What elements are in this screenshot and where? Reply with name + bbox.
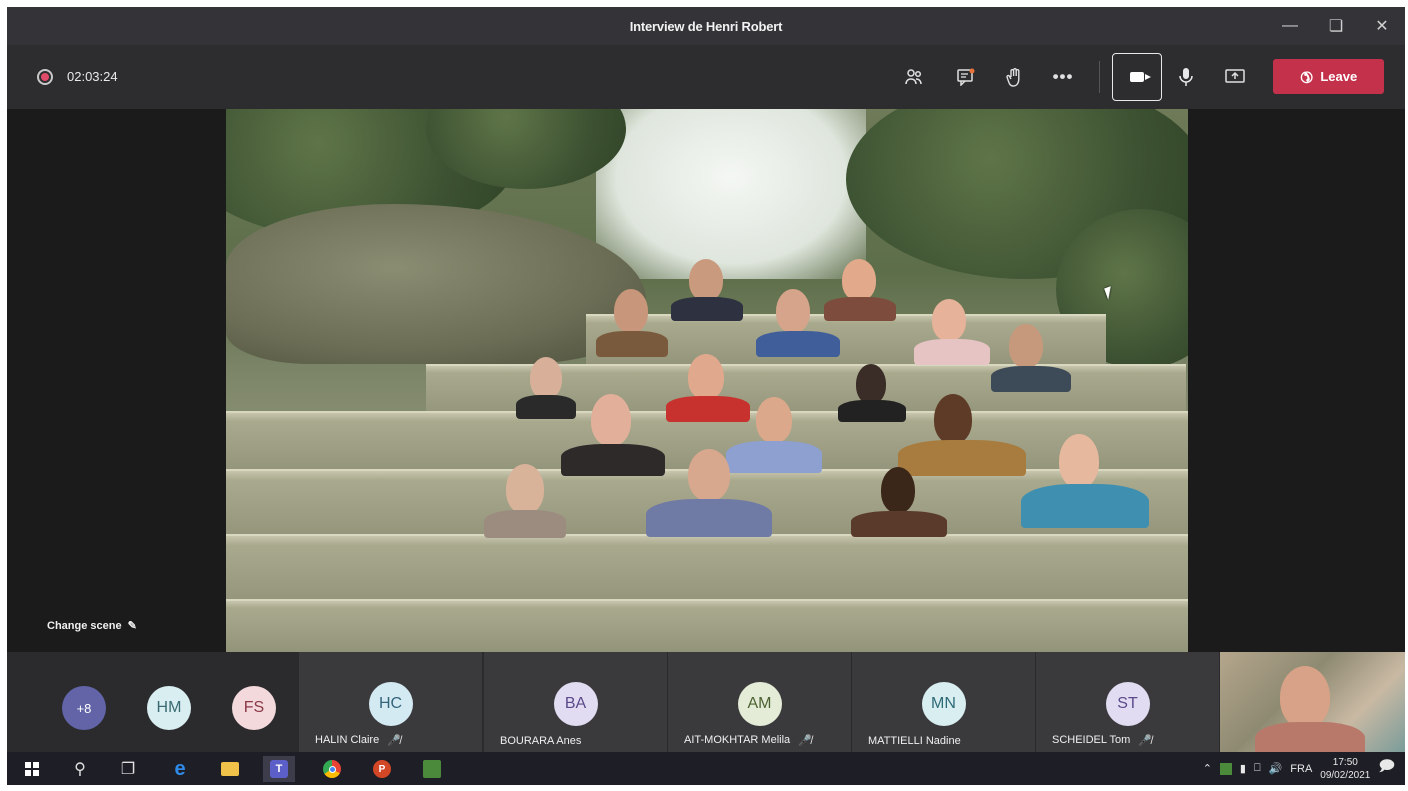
camera-toggle-button[interactable]: [1112, 53, 1162, 101]
together-mode-scene: [226, 109, 1188, 652]
camera-icon: [1130, 72, 1151, 82]
search-icon[interactable]: ⚲: [67, 756, 93, 782]
share-screen-icon[interactable]: [1221, 63, 1249, 91]
participant-name-label: SCHEIDEL Tom: [1052, 734, 1131, 746]
powerpoint-icon[interactable]: P: [369, 756, 395, 782]
participant-name-label: BOURARA Anes: [500, 735, 582, 747]
title-bar: Interview de Henri Robert — ❏ ✕: [7, 7, 1405, 45]
toolbar-divider: [1099, 61, 1100, 93]
chat-icon[interactable]: [952, 63, 980, 91]
participant-strip: +8 HM FS HC HALIN Claire 🎤̸ BA BOURARA An…: [7, 652, 1405, 752]
meeting-timer: 02:03:24: [67, 69, 118, 84]
maximize-icon[interactable]: ❏: [1313, 7, 1359, 45]
participant-tile[interactable]: HC HALIN Claire 🎤̸: [299, 652, 482, 752]
participant-name: BOURARA Anes: [500, 735, 581, 747]
participant-name: HALIN Claire 🎤̸: [315, 734, 401, 747]
system-tray: ⌃ ▮ ⎕ 🔊 FRA 17:50 09/02/2021 🗩: [1203, 752, 1395, 785]
participant-avatar: AM: [737, 682, 782, 726]
participant-name: MATTIELLI Nadine: [868, 735, 961, 747]
scene-rock: [226, 204, 646, 364]
teams-meeting-window: Interview de Henri Robert — ❏ ✕ 02:03:24…: [7, 7, 1405, 785]
input-language[interactable]: FRA: [1290, 763, 1312, 775]
participant-name-label: HALIN Claire: [315, 734, 380, 746]
window-title: Interview de Henri Robert: [629, 18, 783, 34]
self-video-preview[interactable]: [1220, 652, 1405, 752]
app-taskbar-icon[interactable]: [419, 756, 445, 782]
participant-avatar: BA: [553, 682, 598, 726]
notifications-icon[interactable]: 🗩: [1378, 756, 1395, 781]
tray-app-icon[interactable]: [1219, 762, 1232, 775]
participant-avatar: HC: [368, 682, 413, 726]
microphone-icon[interactable]: [1172, 63, 1200, 91]
edge-browser-icon[interactable]: e: [167, 756, 193, 782]
window-controls: — ❏ ✕: [1267, 7, 1405, 45]
minimize-icon[interactable]: —: [1267, 7, 1313, 45]
network-icon[interactable]: ⎕: [1254, 762, 1261, 775]
scene-step: [226, 599, 1188, 652]
overflow-participants-badge[interactable]: +8: [62, 686, 106, 730]
show-hidden-icons-icon[interactable]: ⌃: [1203, 762, 1212, 775]
windows-taskbar: ⚲ ❐ e T P ⌃ ▮ ⎕ 🔊 FRA 17:50 09/02/2021 🗩: [7, 752, 1405, 785]
participant-tile[interactable]: AM AIT-MOKHTAR Melila 🎤̸: [668, 652, 851, 752]
recording-icon: [37, 69, 53, 85]
raise-hand-icon[interactable]: [1001, 63, 1029, 91]
task-view-icon[interactable]: ❐: [115, 756, 141, 782]
participant-avatar: ST: [1105, 682, 1150, 726]
file-explorer-icon[interactable]: [217, 756, 243, 782]
participant-tile[interactable]: ST SCHEIDEL Tom 🎤̸: [1036, 652, 1219, 752]
participant-avatar: MN: [921, 682, 966, 726]
taskbar-clock[interactable]: 17:50 09/02/2021: [1320, 756, 1370, 782]
self-video-head: [1280, 666, 1330, 728]
participant-name-label: MATTIELLI Nadine: [868, 735, 961, 747]
participant-tile[interactable]: BA BOURARA Anes: [484, 652, 667, 752]
participant-name: SCHEIDEL Tom 🎤̸: [1052, 734, 1152, 747]
close-icon[interactable]: ✕: [1359, 7, 1405, 45]
mic-muted-icon: 🎤̸: [1138, 735, 1152, 747]
participant-name: AIT-MOKHTAR Melila 🎤̸: [684, 734, 812, 747]
leave-button[interactable]: ✆ Leave: [1273, 59, 1384, 94]
pencil-icon: ✎: [127, 620, 137, 632]
participant-name-label: AIT-MOKHTAR Melila: [684, 734, 791, 746]
meeting-stage: Change scene ✎: [7, 109, 1405, 652]
chrome-icon[interactable]: [319, 756, 345, 782]
participant-avatar[interactable]: HM: [147, 686, 191, 730]
volume-icon[interactable]: 🔊: [1269, 762, 1283, 775]
participant-avatar[interactable]: FS: [232, 686, 276, 730]
mic-muted-icon: 🎤̸: [387, 735, 401, 747]
change-scene-label: Change scene: [47, 619, 122, 632]
participant-tile[interactable]: MN MATTIELLI Nadine: [852, 652, 1035, 752]
change-scene-button[interactable]: Change scene ✎: [47, 619, 137, 633]
mic-muted-icon: 🎤̸: [798, 735, 812, 747]
battery-icon[interactable]: ▮: [1240, 762, 1246, 775]
phone-hangup-icon: ✆: [1295, 65, 1317, 87]
more-actions-icon[interactable]: •••: [1049, 63, 1077, 91]
meeting-toolbar: 02:03:24 ••• ✆ Leave: [7, 45, 1405, 109]
teams-taskbar-icon[interactable]: T: [263, 756, 295, 782]
scene-sky: [596, 109, 866, 279]
clock-date: 09/02/2021: [1320, 769, 1371, 781]
participants-icon[interactable]: [900, 63, 928, 91]
leave-label: Leave: [1320, 69, 1358, 84]
windows-start-icon[interactable]: [19, 756, 45, 782]
self-video-body: [1255, 722, 1365, 752]
clock-time: 17:50: [1332, 756, 1358, 768]
